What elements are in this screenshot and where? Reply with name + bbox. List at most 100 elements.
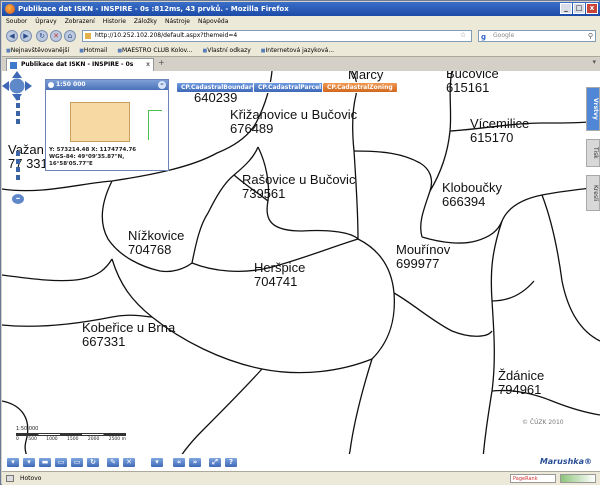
boundary-line	[491, 280, 535, 302]
close-tab-icon[interactable]: x	[146, 59, 150, 71]
zoom-step[interactable]	[16, 175, 20, 180]
copyright-notice: © ČÚZK 2010	[522, 419, 564, 426]
overview-map[interactable]: 1:50 000 – Y: 573214.48 X: 1174774.76 WG…	[45, 79, 169, 171]
tab-publikace[interactable]: Publikace dat ISKN - INSPIRE - 0s :81...…	[6, 58, 154, 80]
zoom-step[interactable]	[16, 151, 20, 156]
close-button[interactable]: x	[586, 3, 598, 14]
tab-vrstvy[interactable]: Vrstvy	[586, 87, 600, 131]
bookmark-item[interactable]: Internetová jazyková...	[261, 44, 335, 56]
overview-icon	[48, 82, 54, 88]
zoom-box-icon[interactable]: ▭	[54, 457, 68, 468]
home-icon[interactable]: ⌂	[64, 30, 76, 42]
menu-upravy[interactable]: Úpravy	[35, 16, 56, 28]
parcel-label: Nížkovice 704768	[128, 228, 185, 257]
search-placeholder: Google	[493, 32, 515, 39]
parcel-label: Kobeřice u Brna 667331	[82, 320, 176, 349]
parcel-label: 640239	[194, 90, 238, 105]
bookmark-star-icon[interactable]: ☆	[460, 31, 466, 39]
menu-soubor[interactable]: Soubor	[6, 16, 27, 28]
bookmark-item[interactable]: Hotmail	[79, 44, 107, 56]
scale-bar-graphic	[16, 433, 126, 436]
identify-icon[interactable]: ▾	[22, 457, 36, 468]
new-tab-icon[interactable]: +	[158, 58, 165, 67]
scale-tick: 0	[16, 437, 19, 442]
scale-tick: 1500	[67, 437, 79, 442]
next-view-icon[interactable]: »	[188, 457, 202, 468]
parcel-label: Kloboučky 666394	[442, 180, 502, 209]
select-icon[interactable]: ▾	[6, 457, 20, 468]
menu-historie[interactable]: Historie	[103, 16, 126, 28]
menu-napoveda[interactable]: Nápověda	[198, 16, 228, 28]
scale-label: 1:50 000	[16, 426, 39, 432]
overview-collapse-icon[interactable]: –	[158, 81, 166, 89]
menu-zobrazeni[interactable]: Zobrazení	[65, 16, 95, 28]
boundary-line	[541, 194, 600, 342]
scale-bar: 1:50 000 0 500 1000 1500 2000 2500 m	[16, 426, 126, 442]
stop-icon[interactable]: ✕	[50, 30, 62, 42]
overview-extent[interactable]	[70, 102, 130, 142]
reload-icon[interactable]: ↻	[36, 30, 48, 42]
bookmark-item[interactable]: Vlastní odkazy	[203, 44, 251, 56]
boundary-line	[2, 258, 113, 282]
back-icon[interactable]: ◀	[6, 30, 18, 42]
boundary-line	[357, 238, 396, 360]
parcel-label: Bučovice 615161	[446, 71, 499, 95]
zoom-step[interactable]	[16, 103, 20, 108]
pagerank-bar	[560, 474, 596, 483]
bookmarks-toolbar: Nejnavštěvovanější Hotmail MAESTRO CLUB …	[2, 44, 600, 57]
zoom-step[interactable]	[16, 167, 20, 172]
menu-bar: Soubor Úpravy Zobrazení Historie Záložky…	[2, 16, 600, 28]
pagerank-widget[interactable]: PageRank	[510, 474, 556, 483]
layer-cadastral-parcel-button[interactable]: CP.CadastralParcel	[253, 82, 327, 93]
forward-icon[interactable]: ▶	[20, 30, 32, 42]
parcel-label: Marcy	[348, 71, 384, 82]
marushka-logo: Marushka®	[539, 457, 592, 466]
layer-cadastral-zoning-button[interactable]: CP.CadastralZoning	[322, 82, 398, 93]
maximize-button[interactable]: □	[573, 3, 585, 14]
map-canvas[interactable]: 640239 Křižanovice u Bučovic 676489 Marc…	[2, 71, 600, 471]
refresh-icon[interactable]: ↻	[86, 457, 100, 468]
pan-control-icon[interactable]	[2, 71, 32, 101]
window-title: Publikace dat ISKN - INSPIRE - 0s :812ms…	[18, 5, 289, 13]
boundary-line	[353, 150, 433, 238]
tab-tisk[interactable]: Tisk	[586, 139, 600, 167]
status-bar: Hotovo PageRank	[2, 471, 600, 485]
zoom-out-icon[interactable]: –	[11, 193, 25, 205]
zoom-step[interactable]	[16, 119, 20, 124]
status-text: Hotovo	[20, 475, 42, 482]
boundary-line	[351, 71, 359, 240]
scale-tick: 2500 m	[108, 437, 126, 442]
previous-view-icon[interactable]: «	[172, 457, 186, 468]
parcel-label: Křižanovice u Bučovic 676489	[230, 107, 358, 136]
zoom-step[interactable]	[16, 159, 20, 164]
tab-kresli[interactable]: Kresli	[586, 175, 600, 211]
search-icon[interactable]: ⚲	[588, 31, 593, 41]
layer-cadastral-boundary-button[interactable]: CP.CadastralBoundary	[176, 82, 261, 93]
parcel-label: Rašovice u Bučovic 739561	[242, 172, 356, 201]
minimize-button[interactable]: _	[560, 3, 572, 14]
info-icon[interactable]: ▭	[70, 457, 84, 468]
full-extent-icon[interactable]: ⤢	[208, 457, 222, 468]
bookmark-item[interactable]: Nejnavštěvovanější	[6, 44, 69, 56]
boundary-line	[111, 258, 373, 374]
coordinates-sjtsk: Y: 573214.48 X: 1174774.76	[49, 147, 137, 153]
clear-icon[interactable]: ✕	[122, 457, 136, 468]
zoom-step-icon[interactable]: ▾	[150, 457, 164, 468]
overview-boundary	[148, 110, 162, 140]
zoom-step[interactable]	[16, 111, 20, 116]
scale-ticks: 0 500 1000 1500 2000 2500 m	[16, 437, 126, 442]
menu-nastroje[interactable]: Nástroje	[165, 16, 190, 28]
help-icon[interactable]: ?	[224, 457, 238, 468]
bookmark-item[interactable]: MAESTRO CLUB Kolov...	[117, 44, 192, 56]
parcel-label: Heršpice 704741	[254, 260, 306, 289]
draw-icon[interactable]: ✎	[106, 457, 120, 468]
status-icon	[6, 475, 14, 482]
search-input[interactable]: g Google ⚲	[478, 30, 596, 42]
tab-list-icon[interactable]: ▾	[592, 58, 596, 66]
parcel-label: Vícemilice 615170	[470, 116, 530, 145]
url-bar[interactable]: http://10.252.102.208/default.aspx?theme…	[82, 30, 472, 42]
menu-zalozky[interactable]: Záložky	[134, 16, 157, 28]
measure-icon[interactable]: ▬	[38, 457, 52, 468]
overview-coordinates: Y: 573214.48 X: 1174774.76 WGS-84: 49°09…	[49, 147, 168, 168]
overview-header: 1:50 000 –	[46, 80, 168, 90]
